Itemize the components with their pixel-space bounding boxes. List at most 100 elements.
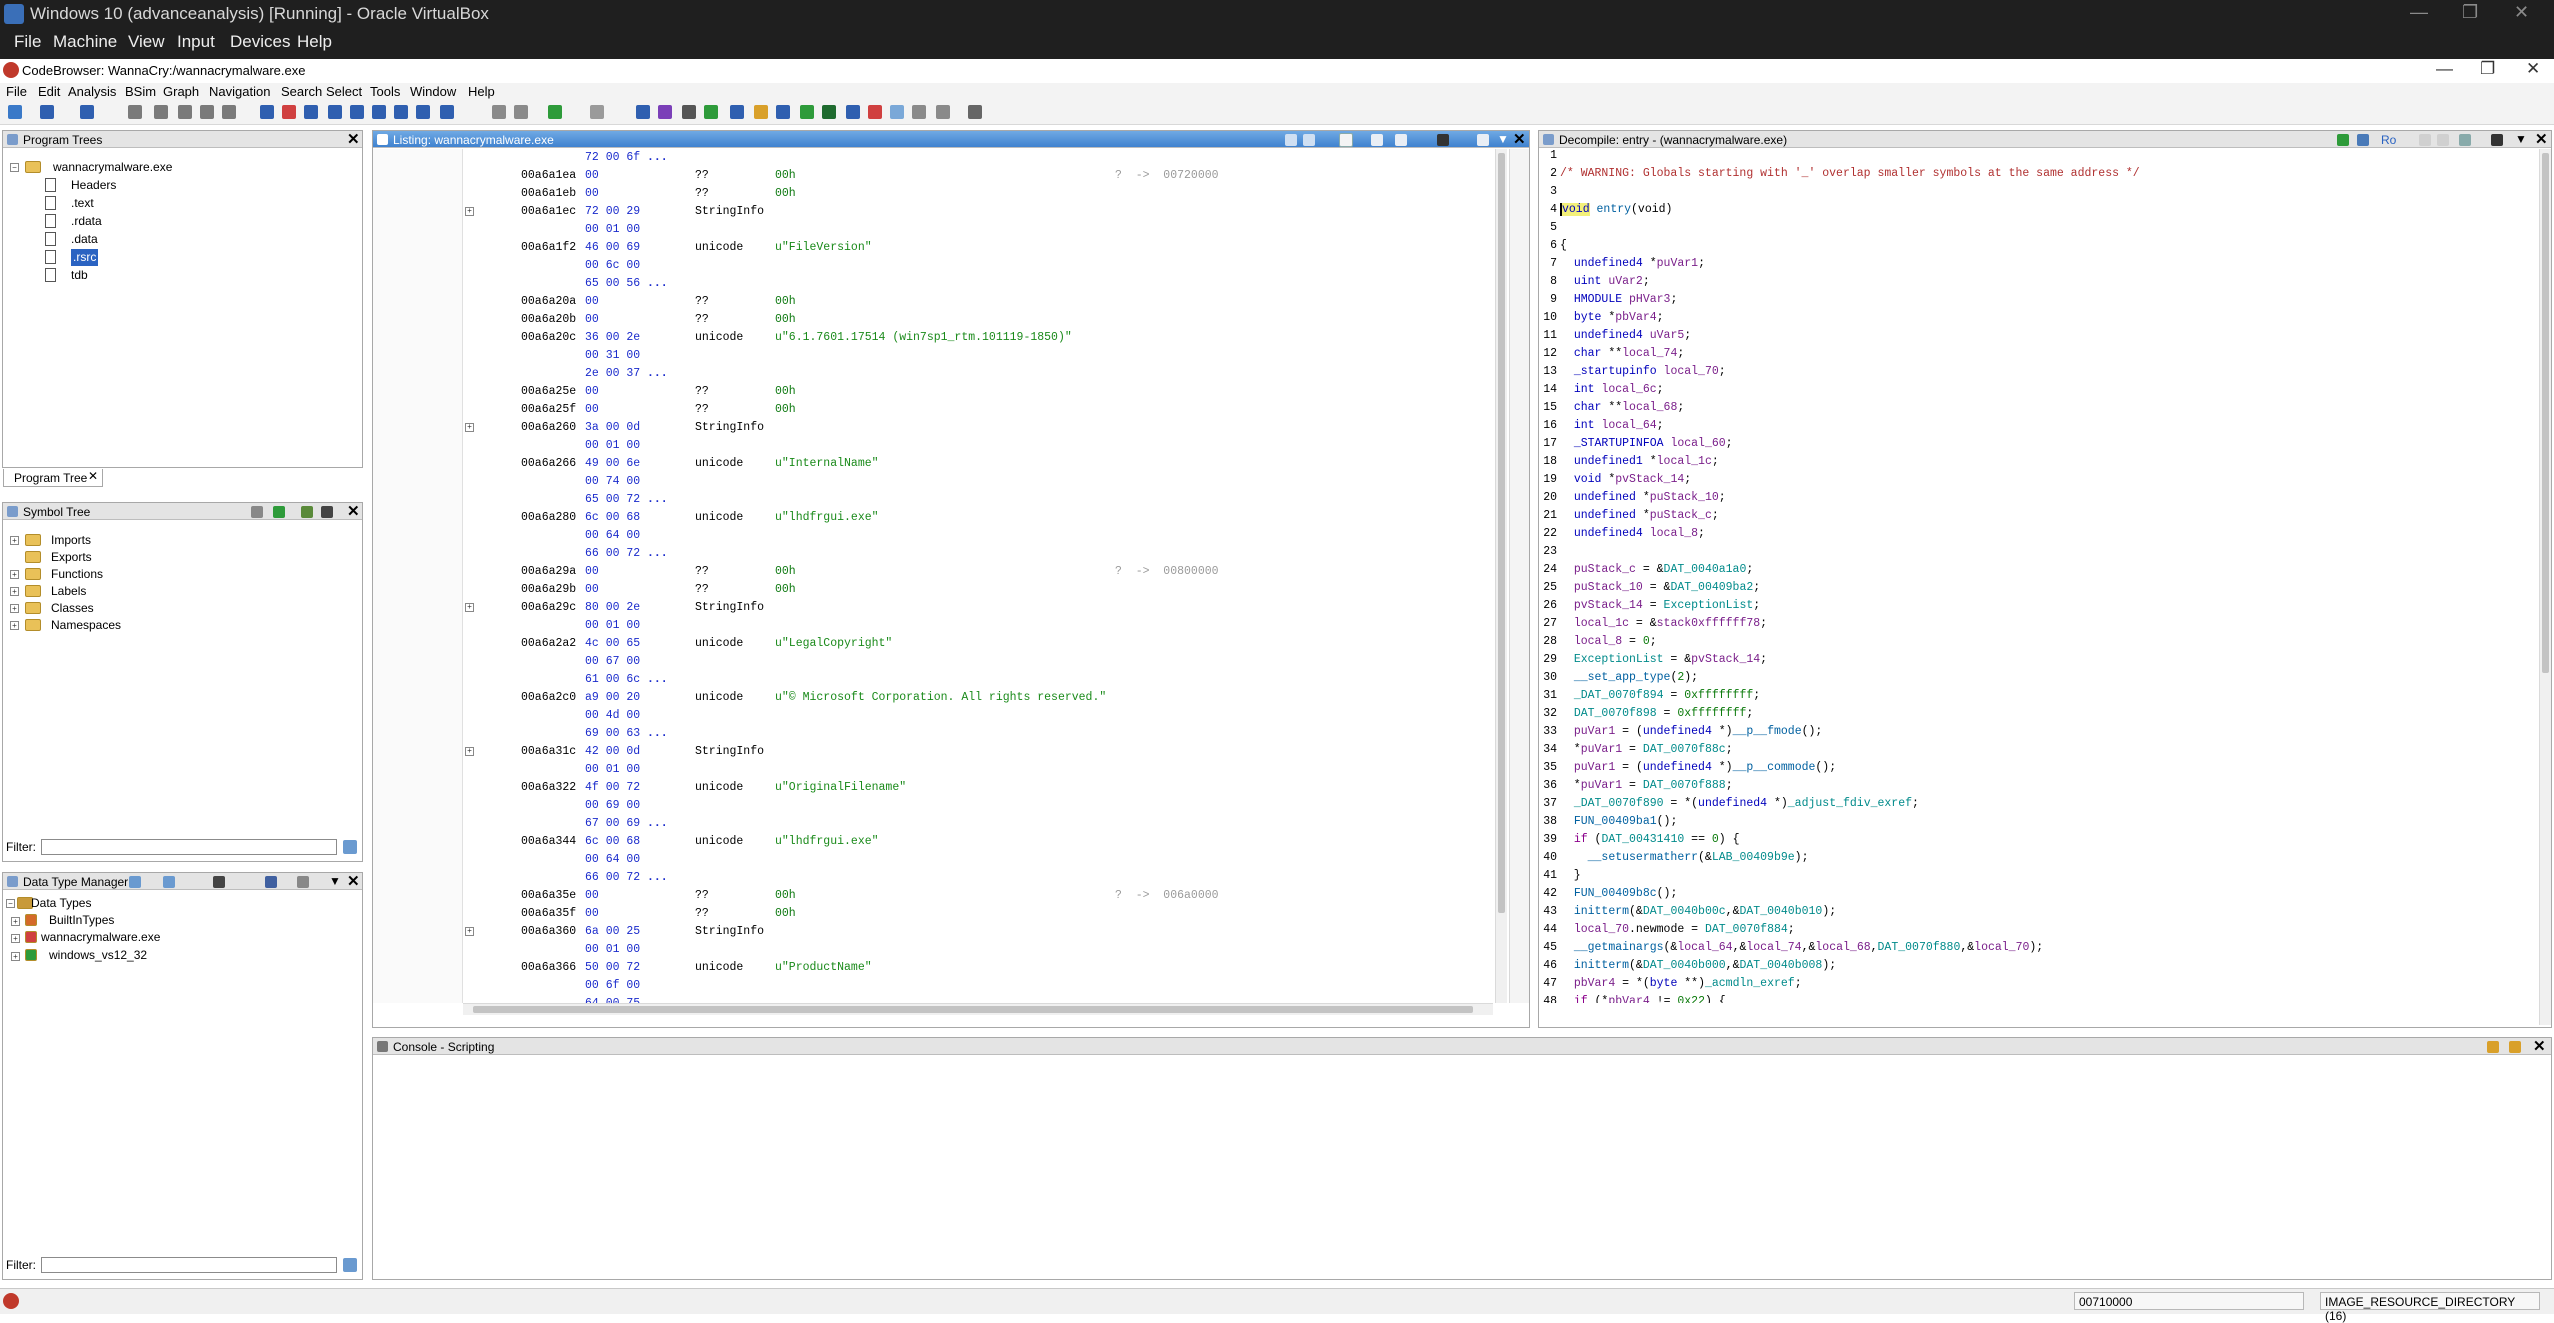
checkmark-icon[interactable]	[658, 105, 672, 119]
search-memory-icon[interactable]	[846, 105, 860, 119]
listing-row[interactable]: 66 00 72...	[373, 869, 1373, 887]
bytes-icon[interactable]	[704, 105, 718, 119]
filter-options-icon[interactable]	[343, 840, 357, 854]
listing-row[interactable]: 00a6a25f 00?? 00h	[373, 401, 1373, 419]
listing-row[interactable]: 00 01 00	[373, 941, 1373, 959]
decompiler-line[interactable]: 37 _DAT_0070f890 = *(undefined4 *)_adjus…	[1539, 797, 2543, 815]
console-close-icon[interactable]: ✕	[2533, 1038, 2546, 1055]
listing-row[interactable]: 66 00 72...	[373, 545, 1373, 563]
listing-row[interactable]: 00a6a1eb 00?? 00h	[373, 185, 1373, 203]
console-lock-icon[interactable]	[2487, 1041, 2499, 1053]
decompiler-vscroll-thumb[interactable]	[2542, 153, 2549, 673]
decompiler-graph-icon[interactable]	[2357, 134, 2369, 146]
listing-row[interactable]: 00a6a35e 00?? 00h ? -> 006a0000	[373, 887, 1373, 905]
symbol-tree-filter-input[interactable]	[41, 839, 337, 855]
decompiler-line[interactable]: 17 _STARTUPINFOA local_60;	[1539, 437, 2543, 455]
function-graph-icon[interactable]	[754, 105, 768, 119]
decompiler-line[interactable]: 25 puStack_10 = &DAT_00409ba2;	[1539, 581, 2543, 599]
decompiler-line[interactable]: 40 __setusermatherr(&LAB_00409b9e);	[1539, 851, 2543, 869]
decompiler-line[interactable]: 8 uint uVar2;	[1539, 275, 2543, 293]
expand-icon[interactable]: +	[11, 917, 20, 926]
listing-row[interactable]: 00a6a25e 00?? 00h	[373, 383, 1373, 401]
menu-help[interactable]: Help	[468, 84, 495, 99]
program-tree-item-headers[interactable]: Headers	[71, 177, 116, 194]
nav-u-icon[interactable]	[350, 105, 364, 119]
decompiler-readonly-label[interactable]: Ro	[2381, 133, 2396, 147]
menu-select[interactable]: Select	[326, 84, 362, 99]
nav-l-icon[interactable]	[372, 105, 386, 119]
dtm-back-icon[interactable]	[129, 876, 141, 888]
symbol-tree-edit-icon[interactable]	[301, 506, 313, 518]
ghidra-status-icon[interactable]	[3, 1293, 19, 1309]
listing-vertical-scrollbar[interactable]	[1495, 149, 1507, 1003]
decompiler-line[interactable]: 13 _startupinfo local_70;	[1539, 365, 2543, 383]
listing-row[interactable]: +00a6a260 3a 00 0d StringInfo	[373, 419, 1373, 437]
struct-expand-icon[interactable]: +	[465, 207, 474, 216]
paste-icon[interactable]	[514, 105, 528, 119]
python-icon[interactable]	[822, 105, 836, 119]
nav-i-icon[interactable]	[304, 105, 318, 119]
listing-row[interactable]: 00a6a322 4f 00 72 unicode u"OriginalFilenam…	[373, 779, 1373, 797]
decompiler-line[interactable]: 26 pvStack_14 = ExceptionList;	[1539, 599, 2543, 617]
listing-row[interactable]: 00 31 00	[373, 347, 1373, 365]
decompiler-vertical-scrollbar[interactable]	[2539, 149, 2551, 1025]
ghidra-close-button[interactable]: ✕	[2526, 59, 2540, 79]
decompiler-line[interactable]: 24 puStack_c = &DAT_0040a1a0;	[1539, 563, 2543, 581]
program-tree-tab[interactable]: Program Tree ✕	[3, 469, 103, 487]
nav-prev-function-icon[interactable]	[128, 105, 142, 119]
symbol-tree-namespaces[interactable]: Namespaces	[51, 617, 121, 634]
decompiler-line[interactable]: 3	[1539, 185, 2543, 203]
program-tree-item-tdb[interactable]: tdb	[71, 267, 88, 284]
listing-row[interactable]: 00a6a20c 36 00 2e unicode u"6.1.7601.17514 …	[373, 329, 1373, 347]
symbol-tree-functions[interactable]: Functions	[51, 566, 103, 583]
program-trees-close-icon[interactable]: ✕	[347, 131, 360, 148]
symbol-tree-close-icon[interactable]: ✕	[347, 503, 360, 520]
decompiler-line[interactable]: 14 int local_6c;	[1539, 383, 2543, 401]
program-tree-tab-close-icon[interactable]: ✕	[88, 469, 98, 483]
vbox-menu-help[interactable]: Help	[297, 32, 332, 52]
listing-row[interactable]: +00a6a360 6a 00 25 StringInfo	[373, 923, 1373, 941]
symbol-table-icon[interactable]	[912, 105, 926, 119]
nav-bookmark-icon[interactable]	[282, 105, 296, 119]
vbox-minimize-button[interactable]: —	[2410, 2, 2428, 23]
menu-search[interactable]: Search	[281, 84, 322, 99]
decompiler-line[interactable]: 12 char **local_74;	[1539, 347, 2543, 365]
scripting-icon[interactable]	[776, 105, 790, 119]
decompiler-line[interactable]: 2/* WARNING: Globals starting with '_' o…	[1539, 167, 2543, 185]
listing-row[interactable]: 00a6a1ea 00?? 00h ? -> 00720000	[373, 167, 1373, 185]
symbol-tree-imports[interactable]: Imports	[51, 532, 91, 549]
listing-row[interactable]: 72 00 6f...	[373, 149, 1373, 167]
decompiler-line[interactable]: 29 ExceptionList = &pvStack_14;	[1539, 653, 2543, 671]
decompiler-line[interactable]: 9 HMODULE pHVar3;	[1539, 293, 2543, 311]
dtm-window-icon[interactable]	[297, 876, 309, 888]
decompiler-line[interactable]: 7 undefined4 *puVar1;	[1539, 257, 2543, 275]
run-icon[interactable]	[800, 105, 814, 119]
listing-row[interactable]: 00a6a344 6c 00 68 unicode u"lhdfrgui.exe"	[373, 833, 1373, 851]
decompiler-menu-icon[interactable]: ▼	[2515, 131, 2527, 148]
listing-row[interactable]: 00a6a2c0 a9 00 20 unicode u"© Microsoft Cor…	[373, 689, 1373, 707]
listing-diff-icon[interactable]	[1395, 134, 1407, 146]
listing-paste-icon[interactable]	[1303, 134, 1315, 146]
dtm-forward-icon[interactable]	[163, 876, 175, 888]
listing-row[interactable]: 65 00 72...	[373, 491, 1373, 509]
listing-row[interactable]: 00a6a29a 00?? 00h ? -> 00800000	[373, 563, 1373, 581]
decompiler-line[interactable]: 45 __getmainargs(&local_64,&local_74,&lo…	[1539, 941, 2543, 959]
ghidra-minimize-button[interactable]: —	[2436, 59, 2453, 79]
listing-row[interactable]: 00 74 00	[373, 473, 1373, 491]
nav-label-icon[interactable]	[200, 105, 214, 119]
decompiler-line[interactable]: 27 local_1c = &stack0xffffff78;	[1539, 617, 2543, 635]
listing-row[interactable]: 00 64 00	[373, 851, 1373, 869]
decompiler-line[interactable]: 34 *puVar1 = DAT_0070f88c;	[1539, 743, 2543, 761]
menu-window[interactable]: Window	[410, 84, 456, 99]
program-tree-item-text[interactable]: .text	[71, 195, 94, 212]
symbol-tree-classes[interactable]: Classes	[51, 600, 94, 617]
symbol-tree-navigate-icon[interactable]	[273, 506, 285, 518]
listing-row[interactable]: 00a6a35f 00?? 00h	[373, 905, 1373, 923]
listing-row[interactable]: +00a6a31c 42 00 0d StringInfo	[373, 743, 1373, 761]
decompiler-line[interactable]: 1	[1539, 149, 2543, 167]
listing-row[interactable]: 61 00 6c...	[373, 671, 1373, 689]
decompiler-copy-icon[interactable]	[2419, 134, 2431, 146]
listing-row[interactable]: 00 67 00	[373, 653, 1373, 671]
decompiler-line[interactable]: 42 FUN_00409b8c();	[1539, 887, 2543, 905]
memory-map-icon[interactable]	[682, 105, 696, 119]
